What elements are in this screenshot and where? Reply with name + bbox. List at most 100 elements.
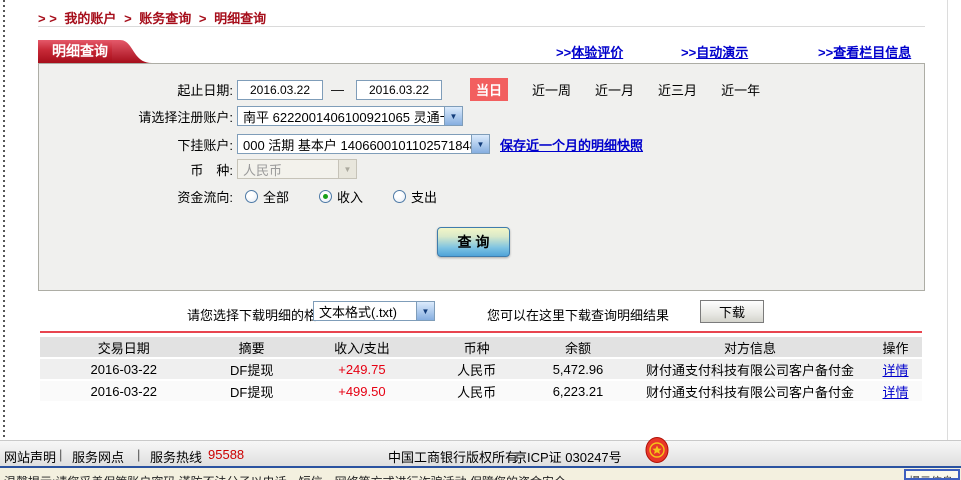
breadcrumb-item-detail-query[interactable]: 明细查询 (214, 11, 266, 26)
fund-flow-label: 资金流向: (177, 190, 233, 205)
currency-row: 币 种: 人民币 ▼ (39, 159, 924, 179)
download-format-select[interactable]: 文本格式(.txt) ▼ (313, 301, 435, 321)
cell-action: 详情 (869, 359, 922, 379)
footer-link-outlets[interactable]: 服务网点 (72, 447, 124, 466)
flow-option-expense-label: 支出 (411, 190, 438, 205)
footer-hotline-number: 95588 (208, 447, 245, 462)
radio-unchecked-icon[interactable] (245, 190, 258, 203)
col-currency: 币种 (428, 337, 526, 357)
footer-hotline-label: 服务热线 (150, 450, 203, 465)
link-view-column-info[interactable]: >>查看栏目信息 (818, 42, 911, 61)
clipped-notice-text: 温馨提示:请您妥善保管账户密码,谨防不法分子以电话、短信、网络等方式进行诈骗活动… (4, 473, 961, 480)
breadcrumb-separator: > (198, 11, 207, 26)
download-format-value: 文本格式(.txt) (319, 304, 397, 320)
clipped-box-text: 提示信息 (909, 476, 953, 478)
cell-amount: +249.75 (295, 359, 429, 379)
currency-label: 币 种: (190, 162, 233, 178)
cell-date: 2016-03-22 (40, 359, 208, 379)
footer-bar: 网站声明 | 服务网点 | 服务热线 95588 中国工商银行版权所有 京ICP… (0, 440, 961, 467)
sub-account-label: 下挂账户: (177, 137, 233, 153)
detail-link[interactable]: 详情 (883, 363, 909, 378)
link-prefix: >> (681, 45, 697, 60)
cell-balance: 5,472.96 (525, 359, 631, 379)
sub-account-select[interactable]: 000 活期 基本户 1406600101102571848 ▼ (237, 134, 490, 154)
flow-option-all-label: 全部 (263, 190, 290, 205)
cell-counterparty: 财付通支付科技有限公司客户备付金 (630, 359, 870, 379)
currency-value: 人民币 (243, 162, 283, 178)
col-balance: 余额 (525, 337, 631, 357)
cell-amount: +499.50 (295, 381, 429, 401)
cell-action: 详情 (869, 381, 922, 401)
footer-link-statement[interactable]: 网站声明 (4, 447, 56, 466)
download-format-label: 请您选择下载明细的格式 (187, 308, 331, 323)
quick-range-quarter[interactable]: 近三月 (658, 80, 697, 99)
footer-divider: | (59, 447, 63, 462)
tab-detail-query[interactable]: 明细查询 (38, 40, 152, 63)
cell-currency: 人民币 (428, 359, 526, 379)
footer-copyright: 中国工商银行版权所有 (388, 450, 519, 465)
breadcrumb: > > 我的账户 > 账务查询 > 明细查询 (38, 8, 270, 27)
sub-account-row: 下挂账户: 000 活期 基本户 1406600101102571848 ▼ 保… (39, 134, 924, 154)
flow-option-all[interactable]: 全部 (245, 187, 289, 206)
table-top-divider (40, 331, 922, 333)
query-button[interactable]: 查 询 (437, 227, 510, 257)
col-counterparty: 对方信息 (630, 337, 870, 357)
link-label: 体验评价 (571, 45, 624, 60)
currency-select-disabled: 人民币 ▼ (237, 159, 357, 179)
chevron-down-icon: ▼ (471, 135, 489, 153)
chevron-down-icon: ▼ (416, 302, 434, 320)
register-account-label: 请选择注册账户: (138, 109, 233, 125)
date-range-label: 起止日期: (177, 83, 233, 98)
footer-divider: | (137, 447, 141, 462)
radio-unchecked-icon[interactable] (393, 190, 407, 203)
cell-date: 2016-03-22 (40, 381, 208, 401)
col-summary: 摘要 (207, 337, 296, 357)
flow-option-income[interactable]: 收入 (319, 187, 363, 206)
save-snapshot-link[interactable]: 保存近一个月的明细快照 (500, 135, 643, 154)
icp-seal-icon (645, 437, 669, 463)
quick-range-month[interactable]: 近一月 (595, 80, 634, 99)
cell-counterparty: 财付通支付科技有限公司客户备付金 (630, 381, 870, 401)
left-torn-edge (3, 0, 5, 438)
transactions-table: 交易日期 摘要 收入/支出 币种 余额 对方信息 操作 2016-03-22 D… (40, 335, 922, 403)
col-amount: 收入/支出 (295, 337, 429, 357)
page: > > 我的账户 > 账务查询 > 明细查询 明细查询 >>体验评价 >>自动演… (0, 0, 961, 480)
date-from-input[interactable] (237, 79, 323, 100)
flow-option-income-label: 收入 (337, 190, 364, 205)
register-account-row: 请选择注册账户: 南平 6222001406100921065 灵通卡 ▼ (39, 106, 924, 126)
link-prefix: >> (556, 45, 572, 60)
link-prefix: >> (818, 45, 834, 60)
download-button[interactable]: 下载 (700, 300, 764, 323)
sub-account-value: 000 活期 基本户 1406600101102571848 (243, 137, 471, 153)
date-range-row: 起止日期: — 当日 近一周 近一月 近三月 近一年 (39, 78, 924, 101)
breadcrumb-divider (38, 26, 925, 27)
breadcrumb-separator: > (124, 11, 132, 26)
date-separator: — (331, 82, 344, 97)
quick-range-week[interactable]: 近一周 (532, 80, 571, 99)
bottom-notice-strip: 温馨提示:请您妥善保管账户密码,谨防不法分子以电话、短信、网络等方式进行诈骗活动… (0, 466, 961, 480)
radio-checked-icon[interactable] (319, 190, 333, 203)
footer-icp: 京ICP证 030247号 (514, 450, 622, 465)
fund-flow-options: 全部 收入 支出 (245, 187, 467, 206)
cell-summary: DF提现 (207, 381, 296, 401)
right-edge-line (947, 0, 948, 440)
detail-link[interactable]: 详情 (883, 385, 909, 400)
register-account-value: 南平 6222001406100921065 灵通卡 (243, 109, 444, 125)
flow-option-expense[interactable]: 支出 (393, 187, 437, 206)
register-account-select[interactable]: 南平 6222001406100921065 灵通卡 ▼ (237, 106, 463, 126)
table-row: 2016-03-22 DF提现 +249.75 人民币 5,472.96 财付通… (40, 359, 922, 379)
date-to-input[interactable] (356, 79, 442, 100)
breadcrumb-item-my-account[interactable]: 我的账户 (64, 11, 116, 26)
query-form-panel: 起止日期: — 当日 近一周 近一月 近三月 近一年 请选择注册账户: 南平 6… (38, 63, 925, 291)
tab-label: 明细查询 (38, 40, 112, 63)
tab-swoosh-shape (112, 40, 152, 63)
breadcrumb-item-account-query[interactable]: 账务查询 (139, 11, 191, 26)
link-auto-demo[interactable]: >>自动演示 (681, 42, 748, 61)
quick-range-today[interactable]: 当日 (470, 78, 509, 101)
cell-currency: 人民币 (428, 381, 526, 401)
quick-range-year[interactable]: 近一年 (721, 80, 760, 99)
table-header-row: 交易日期 摘要 收入/支出 币种 余额 对方信息 操作 (40, 337, 922, 357)
link-experience-rating[interactable]: >>体验评价 (556, 42, 623, 61)
download-hint: 您可以在这里下载查询明细结果 (487, 308, 670, 323)
cell-balance: 6,223.21 (525, 381, 631, 401)
